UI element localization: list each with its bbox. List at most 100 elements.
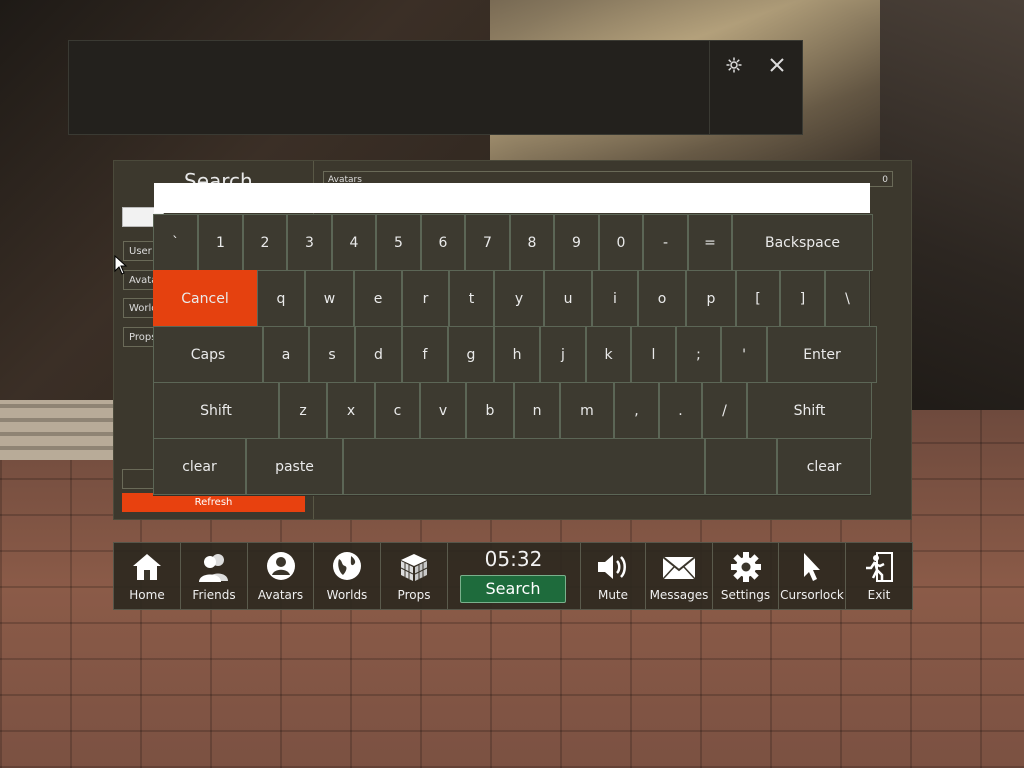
y-key[interactable]: y <box>494 270 544 327</box>
comma-key[interactable]: , <box>614 382 659 439</box>
top-panel-divider <box>709 41 710 134</box>
3-key[interactable]: 3 <box>287 214 332 271</box>
cancel-key[interactable]: Cancel <box>153 270 257 327</box>
0-key[interactable]: 0 <box>599 214 643 271</box>
r-key[interactable]: r <box>402 270 449 327</box>
e-key[interactable]: e <box>354 270 402 327</box>
tab-settings[interactable]: Settings <box>713 543 779 609</box>
tab-cursorlock-label: Cursorlock <box>780 588 844 602</box>
tab-messages-label: Messages <box>649 588 709 602</box>
envelope-icon <box>662 556 696 580</box>
4-key[interactable]: 4 <box>332 214 376 271</box>
8-key[interactable]: 8 <box>510 214 554 271</box>
tab-messages[interactable]: Messages <box>646 543 713 609</box>
exit-icon <box>866 552 893 582</box>
minus-key[interactable]: - <box>643 214 688 271</box>
tab-props[interactable]: Props <box>381 543 448 609</box>
tab-settings-label: Settings <box>720 588 771 602</box>
1-key[interactable]: 1 <box>198 214 243 271</box>
t-key[interactable]: t <box>449 270 494 327</box>
v-key[interactable]: v <box>420 382 466 439</box>
clock-search-block: 05:32 Search <box>448 543 579 609</box>
tab-avatars[interactable]: Avatars <box>248 543 314 609</box>
apostrophe-key[interactable]: ' <box>721 326 767 383</box>
top-panel <box>68 40 803 135</box>
clear-key[interactable]: clear <box>153 438 246 495</box>
clear-key[interactable]: clear <box>777 438 871 495</box>
n-key[interactable]: n <box>514 382 560 439</box>
tab-mute-label: Mute <box>597 588 629 602</box>
7-key[interactable]: 7 <box>465 214 510 271</box>
left-bracket-key[interactable]: [ <box>736 270 780 327</box>
tab-home-label: Home <box>129 588 165 602</box>
keyboard-text-input[interactable] <box>154 183 870 213</box>
9-key[interactable]: 9 <box>554 214 599 271</box>
a-key[interactable]: a <box>263 326 309 383</box>
5-key[interactable]: 5 <box>376 214 421 271</box>
backspace-key[interactable]: Backspace <box>732 214 873 271</box>
u-key[interactable]: u <box>544 270 592 327</box>
space-key[interactable] <box>343 438 705 495</box>
gear-icon[interactable] <box>722 53 746 77</box>
tab-worlds[interactable]: Worlds <box>314 543 381 609</box>
q-key[interactable]: q <box>257 270 305 327</box>
h-key[interactable]: h <box>494 326 540 383</box>
tab-exit-label: Exit <box>867 588 891 602</box>
speaker-icon <box>598 555 626 579</box>
paste-key[interactable]: paste <box>246 438 343 495</box>
tab-worlds-label: Worlds <box>326 588 368 602</box>
background-pedestal <box>0 400 115 460</box>
slash-key[interactable]: / <box>702 382 747 439</box>
w-key[interactable]: w <box>305 270 354 327</box>
shift-key[interactable]: Shift <box>747 382 872 439</box>
tab-home[interactable]: Home <box>114 543 181 609</box>
g-key[interactable]: g <box>448 326 494 383</box>
close-icon[interactable] <box>765 53 789 77</box>
tab-cursorlock[interactable]: Cursorlock <box>779 543 846 609</box>
cube-icon <box>400 554 428 581</box>
gear-icon <box>730 552 761 582</box>
avatar-icon <box>266 552 295 580</box>
b-key[interactable]: b <box>466 382 514 439</box>
o-key[interactable]: o <box>638 270 686 327</box>
tab-avatars-label: Avatars <box>257 588 304 602</box>
2-key[interactable]: 2 <box>243 214 287 271</box>
tab-mute[interactable]: Mute <box>580 543 646 609</box>
home-icon <box>133 554 161 580</box>
friends-icon <box>199 554 228 582</box>
tab-props-label: Props <box>397 588 431 602</box>
enter-key[interactable]: Enter <box>767 326 877 383</box>
i-key[interactable]: i <box>592 270 638 327</box>
globe-icon <box>333 552 361 580</box>
tab-friends[interactable]: Friends <box>181 543 248 609</box>
tab-friends-label: Friends <box>192 588 236 602</box>
m-key[interactable]: m <box>560 382 614 439</box>
virtual-keyboard: ` 1 2 3 4 5 6 7 8 9 0- = Backspace Cancel q w e r t y u i o p[]… <box>153 214 877 496</box>
x-key[interactable]: x <box>327 382 375 439</box>
j-key[interactable]: j <box>540 326 586 383</box>
caps-key[interactable]: Caps <box>153 326 263 383</box>
results-count: 0 <box>882 175 888 185</box>
k-key[interactable]: k <box>586 326 631 383</box>
z-key[interactable]: z <box>279 382 327 439</box>
right-bracket-key[interactable]: ] <box>780 270 825 327</box>
blank-key[interactable] <box>705 438 777 495</box>
6-key[interactable]: 6 <box>421 214 465 271</box>
p-key[interactable]: p <box>686 270 736 327</box>
period-key[interactable]: . <box>659 382 702 439</box>
shift-key[interactable]: Shift <box>153 382 279 439</box>
semicolon-key[interactable]: ; <box>676 326 721 383</box>
backtick-key[interactable]: ` <box>153 214 198 271</box>
l-key[interactable]: l <box>631 326 676 383</box>
search-button[interactable]: Search <box>460 575 566 603</box>
s-key[interactable]: s <box>309 326 355 383</box>
mouse-cursor-icon <box>114 255 128 275</box>
f-key[interactable]: f <box>402 326 448 383</box>
d-key[interactable]: d <box>355 326 402 383</box>
c-key[interactable]: c <box>375 382 420 439</box>
bottom-menu-bar: Home Friends Avatars Worlds Props 05:32 … <box>113 542 913 610</box>
backslash-key[interactable]: \ <box>825 270 870 327</box>
tab-exit[interactable]: Exit <box>846 543 912 609</box>
equals-key[interactable]: = <box>688 214 732 271</box>
clock-time: 05:32 <box>484 547 543 571</box>
